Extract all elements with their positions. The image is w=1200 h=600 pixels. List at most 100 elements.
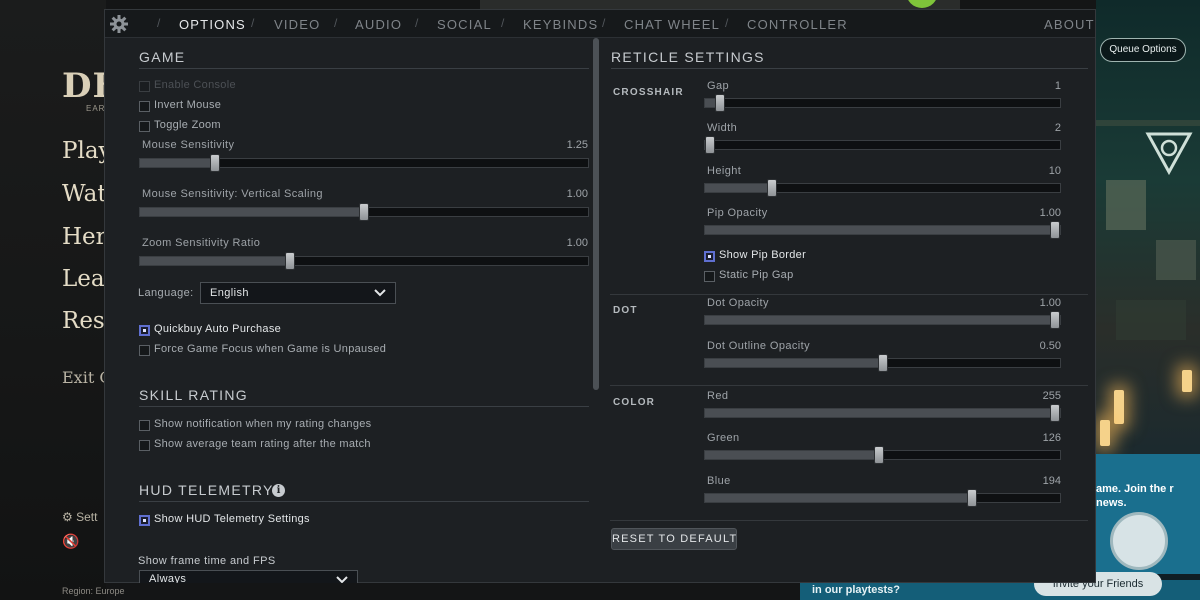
slider-label: Mouse Sensitivity — [142, 139, 235, 151]
slider-dot-opacity[interactable]: Dot Opacity 1.00 — [704, 297, 1061, 329]
slider-thumb[interactable] — [1050, 404, 1060, 422]
slider-track[interactable] — [704, 489, 1061, 507]
tab-keybinds[interactable]: KEYBINDS — [523, 17, 598, 32]
slider-track[interactable] — [139, 154, 589, 172]
slider-dot-outline-opacity[interactable]: Dot Outline Opacity 0.50 — [704, 340, 1061, 372]
slider-zoom-sensitivity[interactable]: Zoom Sensitivity Ratio 1.00 — [139, 237, 589, 271]
tab-options[interactable]: OPTIONS — [179, 17, 246, 32]
slider-red[interactable]: Red 255 — [704, 390, 1061, 422]
checkbox-box[interactable] — [139, 325, 150, 336]
scrollbar-thumb[interactable] — [593, 38, 599, 390]
left-scrollbar[interactable] — [593, 38, 599, 390]
language-select[interactable]: English — [200, 282, 396, 304]
slider-label: Blue — [707, 475, 731, 487]
slider-label: Zoom Sensitivity Ratio — [142, 237, 261, 249]
section-divider — [139, 68, 589, 69]
slider-thumb[interactable] — [767, 179, 778, 197]
region-label: Region: Europe — [62, 586, 125, 596]
slider-track[interactable] — [704, 404, 1061, 422]
reset-to-default-button[interactable]: RESET TO DEFAULT — [611, 528, 737, 550]
news-text: ame. Join the r news. — [1096, 483, 1174, 509]
mute-icon[interactable]: 🔇 — [62, 533, 79, 550]
slider-blue[interactable]: Blue 194 — [704, 475, 1061, 507]
slider-track[interactable] — [704, 94, 1061, 112]
checkbox-label: Show average team rating after the match — [154, 438, 371, 450]
tab-about[interactable]: ABOUT — [1044, 17, 1095, 32]
slider-label: Green — [707, 432, 740, 444]
slider-gap[interactable]: Gap 1 — [704, 80, 1061, 112]
bg-settings-link[interactable]: ⚙ Sett — [62, 510, 97, 524]
gear-icon[interactable] — [109, 14, 129, 34]
slider-value: 0.50 — [1039, 340, 1061, 352]
tab-chat-wheel[interactable]: CHAT WHEEL — [624, 17, 720, 32]
slider-thumb[interactable] — [705, 136, 715, 154]
checkbox-box[interactable] — [139, 121, 150, 132]
slider-label: Pip Opacity — [707, 207, 768, 219]
slider-fill — [705, 409, 1060, 417]
checkbox-box[interactable] — [139, 420, 150, 431]
section-title-skill-rating: SKILL RATING — [139, 387, 248, 403]
slider-value: 126 — [1042, 432, 1061, 444]
slider-track[interactable] — [704, 136, 1061, 154]
slider-fill — [705, 494, 975, 502]
menu-item-watch[interactable]: Wat — [62, 181, 107, 207]
tab-social[interactable]: SOCIAL — [437, 17, 492, 32]
slider-value: 2 — [1054, 122, 1061, 134]
slider-label: Dot Outline Opacity — [707, 340, 810, 352]
checkbox-box[interactable] — [704, 251, 715, 262]
slider-thumb[interactable] — [284, 252, 295, 270]
slider-value: 1.25 — [566, 139, 588, 151]
checkbox-box[interactable] — [139, 101, 150, 112]
bg-settings-label: Sett — [76, 510, 98, 524]
checkbox-box[interactable] — [139, 515, 150, 526]
slider-thumb[interactable] — [877, 354, 888, 372]
checkbox-label: Show notification when my rating changes — [154, 418, 372, 430]
slider-value: 194 — [1042, 475, 1061, 487]
slider-thumb[interactable] — [715, 94, 726, 112]
slider-fill — [140, 208, 364, 216]
menu-item-heroes[interactable]: Her — [62, 224, 107, 250]
slider-vertical-scaling[interactable]: Mouse Sensitivity: Vertical Scaling 1.00 — [139, 188, 589, 222]
news-avatar — [1110, 512, 1168, 570]
slider-height[interactable]: Height 10 — [704, 165, 1061, 197]
checkbox-box[interactable] — [704, 271, 715, 282]
slider-fill — [705, 226, 1060, 234]
slider-fill — [140, 159, 212, 167]
playtest-text: in our playtests? — [812, 584, 901, 596]
section-divider — [139, 406, 589, 407]
slider-thumb[interactable] — [874, 446, 885, 464]
checkbox-box — [139, 81, 150, 92]
slider-value: 1.00 — [566, 188, 588, 200]
slider-track[interactable] — [704, 311, 1061, 329]
group-divider — [610, 520, 1088, 521]
checkbox-box[interactable] — [139, 345, 150, 356]
frame-time-select[interactable]: Always — [139, 570, 358, 583]
queue-options-button[interactable]: Queue Options — [1100, 38, 1186, 62]
tab-controller[interactable]: CONTROLLER — [747, 17, 848, 32]
tab-video[interactable]: VIDEO — [274, 17, 320, 32]
slider-green[interactable]: Green 126 — [704, 432, 1061, 464]
slider-track[interactable] — [139, 252, 589, 270]
slider-track[interactable] — [704, 446, 1061, 464]
slider-fill — [705, 316, 1060, 324]
frame-time-label: Show frame time and FPS — [138, 555, 276, 567]
slider-track[interactable] — [139, 203, 589, 221]
slider-mouse-sensitivity[interactable]: Mouse Sensitivity 1.25 — [139, 139, 589, 173]
slider-value: 1.00 — [1039, 297, 1061, 309]
group-label-crosshair: CROSSHAIR — [613, 87, 684, 98]
checkbox-box[interactable] — [139, 440, 150, 451]
info-icon[interactable]: i — [272, 484, 285, 497]
checkbox-label: Show Pip Border — [719, 249, 807, 261]
slider-pip-opacity[interactable]: Pip Opacity 1.00 — [704, 207, 1061, 239]
slider-thumb[interactable] — [1050, 311, 1060, 329]
slider-thumb[interactable] — [1050, 221, 1060, 239]
language-value: English — [210, 287, 249, 299]
slider-track[interactable] — [704, 221, 1061, 239]
slider-track[interactable] — [704, 179, 1061, 197]
slider-thumb[interactable] — [210, 154, 221, 172]
slider-thumb[interactable] — [967, 489, 978, 507]
slider-thumb[interactable] — [359, 203, 369, 221]
slider-width[interactable]: Width 2 — [704, 122, 1061, 154]
slider-track[interactable] — [704, 354, 1061, 372]
tab-audio[interactable]: AUDIO — [355, 17, 402, 32]
